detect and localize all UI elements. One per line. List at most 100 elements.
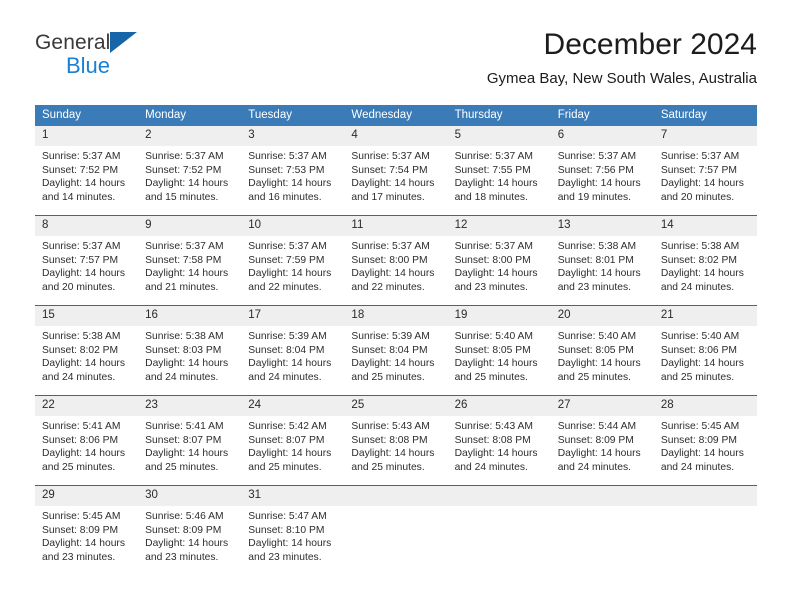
calendar-day-cell[interactable]: 18 Sunrise: 5:39 AM Sunset: 8:04 PM Dayligh…	[344, 305, 448, 396]
day-details: Sunrise: 5:37 AM Sunset: 7:53 PM Daylight:…	[241, 146, 344, 204]
daylight-text-line1: Daylight: 14 hours	[42, 538, 125, 550]
day-number: 26	[447, 396, 551, 416]
daylight-text-line1: Daylight: 14 hours	[145, 178, 229, 190]
calendar-day-cell[interactable]: 28 Sunrise: 5:45 AM Sunset: 8:09 PM Dayligh…	[653, 395, 757, 486]
calendar-day-cell[interactable]: 21 Sunrise: 5:40 AM Sunset: 8:06 PM Dayligh…	[653, 305, 757, 396]
daylight-text-line1: Daylight: 14 hours	[248, 448, 332, 460]
sunset-text: Sunset: 8:08 PM	[351, 434, 428, 446]
daylight-text-line2: and 21 minutes.	[145, 281, 219, 293]
daylight-text-line1: Daylight: 14 hours	[145, 448, 229, 460]
daylight-text-line2: and 22 minutes.	[351, 281, 425, 293]
sunrise-text: Sunrise: 5:45 AM	[42, 511, 121, 522]
daylight-text-line1: Daylight: 14 hours	[557, 358, 641, 370]
daylight-text-line1: Daylight: 14 hours	[454, 178, 538, 190]
calendar-day-cell[interactable]: 20 Sunrise: 5:40 AM Sunset: 8:05 PM Dayligh…	[550, 305, 654, 396]
calendar-day-cell[interactable]: 14 Sunrise: 5:38 AM Sunset: 8:02 PM Dayligh…	[653, 215, 757, 306]
day-details: Sunrise: 5:38 AM Sunset: 8:01 PM Daylight:…	[551, 236, 654, 294]
day-number	[344, 486, 448, 506]
calendar-day-cell[interactable]: 29 Sunrise: 5:45 AM Sunset: 8:09 PM Dayligh…	[35, 485, 139, 575]
calendar-day-cell[interactable]: 27 Sunrise: 5:44 AM Sunset: 8:09 PM Dayligh…	[550, 395, 654, 486]
calendar-day-cell[interactable]: 26 Sunrise: 5:43 AM Sunset: 8:08 PM Dayligh…	[447, 395, 551, 486]
calendar-day-cell[interactable]: 6 Sunrise: 5:37 AM Sunset: 7:56 PM Daylight…	[550, 126, 654, 216]
calendar-day-cell[interactable]: 16 Sunrise: 5:38 AM Sunset: 8:03 PM Dayligh…	[138, 305, 242, 396]
calendar-day-cell[interactable]: 12 Sunrise: 5:37 AM Sunset: 8:00 PM Dayligh…	[447, 215, 551, 306]
weekday-header-monday: Monday	[138, 105, 242, 126]
sunrise-text: Sunrise: 5:37 AM	[660, 151, 740, 162]
sunrise-text: Sunrise: 5:37 AM	[248, 151, 327, 162]
calendar-week-row: 22 Sunrise: 5:41 AM Sunset: 8:06 PM Dayligh…	[35, 395, 757, 486]
day-details: Sunrise: 5:44 AM Sunset: 8:09 PM Daylight:…	[551, 416, 654, 474]
daylight-text-line2: and 24 minutes.	[660, 281, 735, 293]
calendar-day-cell[interactable]: 17 Sunrise: 5:39 AM Sunset: 8:04 PM Dayligh…	[241, 305, 345, 396]
calendar-day-cell[interactable]: 3 Sunrise: 5:37 AM Sunset: 7:53 PM Daylight…	[241, 126, 345, 216]
sunset-text: Sunset: 8:01 PM	[557, 254, 634, 266]
day-details: Sunrise: 5:37 AM Sunset: 7:52 PM Daylight:…	[138, 146, 241, 204]
day-number: 6	[550, 126, 654, 146]
daylight-text-line1: Daylight: 14 hours	[660, 268, 744, 280]
calendar-day-cell[interactable]: 1 Sunrise: 5:37 AM Sunset: 7:52 PM Daylight…	[35, 126, 139, 216]
calendar-day-cell[interactable]: 11 Sunrise: 5:37 AM Sunset: 8:00 PM Dayligh…	[344, 215, 448, 306]
calendar-day-cell[interactable]: 10 Sunrise: 5:37 AM Sunset: 7:59 PM Dayligh…	[241, 215, 345, 306]
calendar-empty-cell	[653, 485, 757, 575]
daylight-text-line1: Daylight: 14 hours	[248, 268, 332, 280]
day-number: 8	[35, 216, 139, 236]
day-number: 9	[138, 216, 242, 236]
sunrise-text: Sunrise: 5:37 AM	[351, 241, 430, 252]
sunset-text: Sunset: 8:06 PM	[660, 344, 737, 356]
day-number: 18	[344, 306, 448, 326]
sunrise-text: Sunrise: 5:46 AM	[145, 511, 224, 522]
calendar-day-cell[interactable]: 30 Sunrise: 5:46 AM Sunset: 8:09 PM Dayligh…	[138, 485, 242, 575]
calendar-day-cell[interactable]: 15 Sunrise: 5:38 AM Sunset: 8:02 PM Dayligh…	[35, 305, 139, 396]
sunset-text: Sunset: 7:53 PM	[248, 164, 325, 176]
calendar-day-cell[interactable]: 4 Sunrise: 5:37 AM Sunset: 7:54 PM Daylight…	[344, 126, 448, 216]
daylight-text-line1: Daylight: 14 hours	[660, 178, 744, 190]
daylight-text-line1: Daylight: 14 hours	[42, 178, 125, 190]
day-details: Sunrise: 5:45 AM Sunset: 8:09 PM Daylight:…	[654, 416, 757, 474]
title-block: December 2024 Gymea Bay, New South Wales…	[487, 28, 757, 89]
calendar-day-cell[interactable]: 5 Sunrise: 5:37 AM Sunset: 7:55 PM Daylight…	[447, 126, 551, 216]
sunrise-text: Sunrise: 5:43 AM	[454, 421, 533, 432]
sunrise-text: Sunrise: 5:37 AM	[145, 151, 224, 162]
page-title: December 2024	[543, 28, 757, 61]
daylight-text-line2: and 24 minutes.	[248, 371, 322, 383]
calendar-day-cell[interactable]: 7 Sunrise: 5:37 AM Sunset: 7:57 PM Daylight…	[653, 126, 757, 216]
day-details: Sunrise: 5:40 AM Sunset: 8:05 PM Daylight:…	[448, 326, 551, 384]
day-number: 5	[447, 126, 551, 146]
day-details: Sunrise: 5:47 AM Sunset: 8:10 PM Daylight:…	[241, 506, 344, 564]
daylight-text-line1: Daylight: 14 hours	[557, 448, 641, 460]
day-details: Sunrise: 5:39 AM Sunset: 8:04 PM Daylight:…	[344, 326, 447, 384]
sunset-text: Sunset: 7:52 PM	[42, 164, 119, 176]
daylight-text-line2: and 24 minutes.	[557, 461, 631, 473]
calendar-empty-cell	[550, 485, 654, 575]
general-blue-logo[interactable]: General Blue	[35, 32, 235, 84]
daylight-text-line1: Daylight: 14 hours	[454, 268, 538, 280]
daylight-text-line2: and 24 minutes.	[660, 461, 735, 473]
daylight-text-line2: and 25 minutes.	[42, 461, 116, 473]
daylight-text-line1: Daylight: 14 hours	[248, 538, 332, 550]
calendar-day-cell[interactable]: 2 Sunrise: 5:37 AM Sunset: 7:52 PM Daylight…	[138, 126, 242, 216]
calendar-day-cell[interactable]: 24 Sunrise: 5:42 AM Sunset: 8:07 PM Dayligh…	[241, 395, 345, 486]
day-details: Sunrise: 5:37 AM Sunset: 7:54 PM Daylight:…	[344, 146, 447, 204]
daylight-text-line2: and 23 minutes.	[248, 551, 322, 563]
calendar-day-cell[interactable]: 25 Sunrise: 5:43 AM Sunset: 8:08 PM Dayligh…	[344, 395, 448, 486]
calendar-day-cell[interactable]: 23 Sunrise: 5:41 AM Sunset: 8:07 PM Dayligh…	[138, 395, 242, 486]
calendar-day-cell[interactable]: 19 Sunrise: 5:40 AM Sunset: 8:05 PM Dayligh…	[447, 305, 551, 396]
calendar-day-cell[interactable]: 9 Sunrise: 5:37 AM Sunset: 7:58 PM Daylight…	[138, 215, 242, 306]
day-number: 21	[653, 306, 757, 326]
daylight-text-line2: and 25 minutes.	[660, 371, 735, 383]
daylight-text-line1: Daylight: 14 hours	[557, 178, 641, 190]
calendar-day-cell[interactable]: 13 Sunrise: 5:38 AM Sunset: 8:01 PM Dayligh…	[550, 215, 654, 306]
sunrise-text: Sunrise: 5:39 AM	[351, 331, 430, 342]
day-number: 13	[550, 216, 654, 236]
calendar-day-cell[interactable]: 8 Sunrise: 5:37 AM Sunset: 7:57 PM Daylight…	[35, 215, 139, 306]
day-details: Sunrise: 5:37 AM Sunset: 7:55 PM Daylight:…	[448, 146, 551, 204]
day-number: 23	[138, 396, 242, 416]
calendar-day-cell[interactable]: 31 Sunrise: 5:47 AM Sunset: 8:10 PM Dayligh…	[241, 485, 345, 575]
day-details: Sunrise: 5:43 AM Sunset: 8:08 PM Daylight:…	[448, 416, 551, 474]
daylight-text-line1: Daylight: 14 hours	[145, 358, 229, 370]
daylight-text-line2: and 23 minutes.	[454, 281, 528, 293]
sunrise-text: Sunrise: 5:37 AM	[145, 241, 224, 252]
sunrise-text: Sunrise: 5:40 AM	[660, 331, 740, 342]
calendar-day-cell[interactable]: 22 Sunrise: 5:41 AM Sunset: 8:06 PM Dayligh…	[35, 395, 139, 486]
sunrise-text: Sunrise: 5:37 AM	[42, 151, 121, 162]
